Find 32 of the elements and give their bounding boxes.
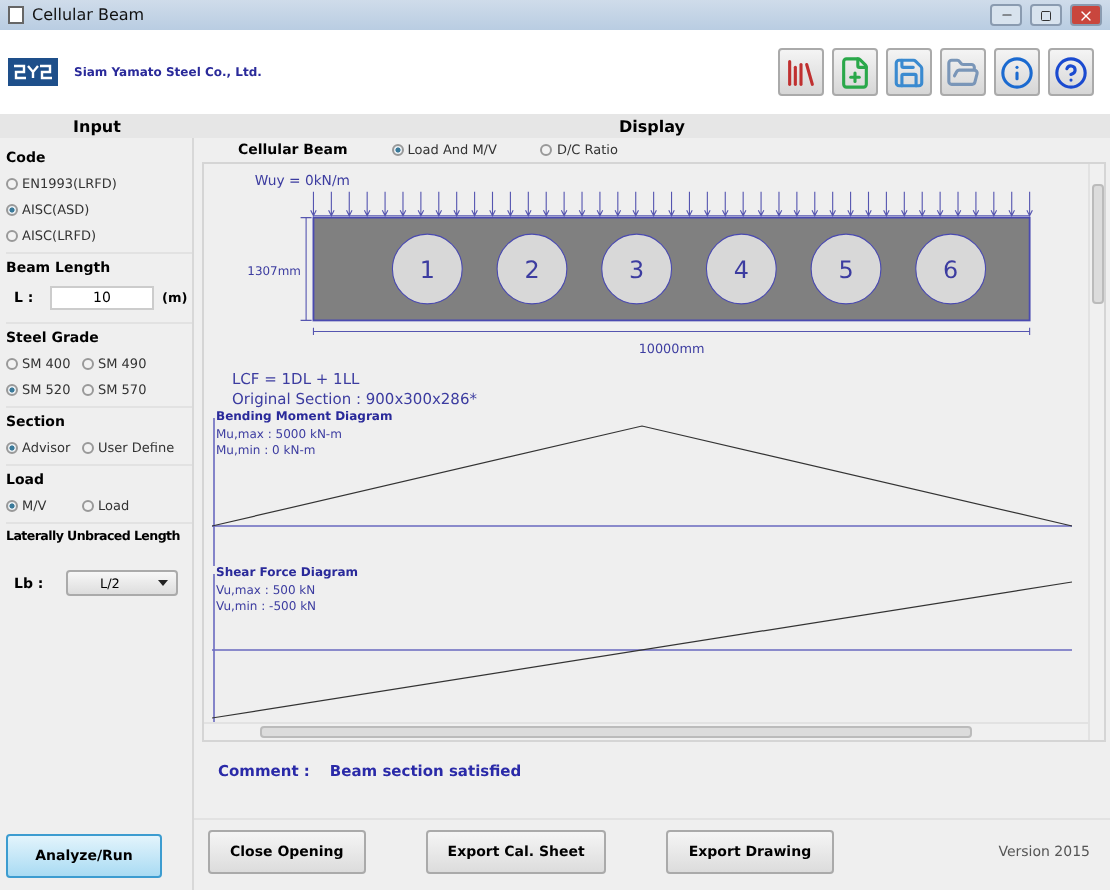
binders-icon <box>784 55 818 89</box>
app-icon <box>8 6 24 24</box>
new-file-button[interactable] <box>832 48 878 96</box>
close-button[interactable] <box>1070 4 1102 26</box>
save-icon <box>892 55 926 89</box>
maximize-button[interactable] <box>1030 4 1062 26</box>
web-opening: 4 <box>705 233 777 305</box>
web-opening: 1 <box>391 233 463 305</box>
caret-icon <box>158 580 168 586</box>
web-opening: 2 <box>496 233 568 305</box>
help-button[interactable] <box>1048 48 1094 96</box>
panel-heading: Display <box>194 114 1110 138</box>
help-icon <box>1054 55 1088 89</box>
folder-icon <box>946 55 980 89</box>
info-icon <box>1000 55 1034 89</box>
panel-heading: Input <box>0 114 194 138</box>
web-opening: 5 <box>810 233 882 305</box>
save-button[interactable] <box>886 48 932 96</box>
info-button[interactable] <box>994 48 1040 96</box>
binders-button[interactable] <box>778 48 824 96</box>
vertical-scrollbar[interactable] <box>1088 164 1104 740</box>
new-file-icon <box>838 55 872 89</box>
web-opening: 3 <box>601 233 673 305</box>
web-opening: 6 <box>915 233 987 305</box>
horizontal-scrollbar[interactable] <box>204 722 1088 740</box>
maximize-icon <box>1040 9 1052 21</box>
window-title: Cellular Beam <box>32 6 147 24</box>
folder-button[interactable] <box>940 48 986 96</box>
depth-dimension-line <box>300 217 313 321</box>
logo-icon <box>8 58 58 86</box>
minimize-icon <box>999 8 1013 22</box>
close-icon <box>1078 7 1094 23</box>
